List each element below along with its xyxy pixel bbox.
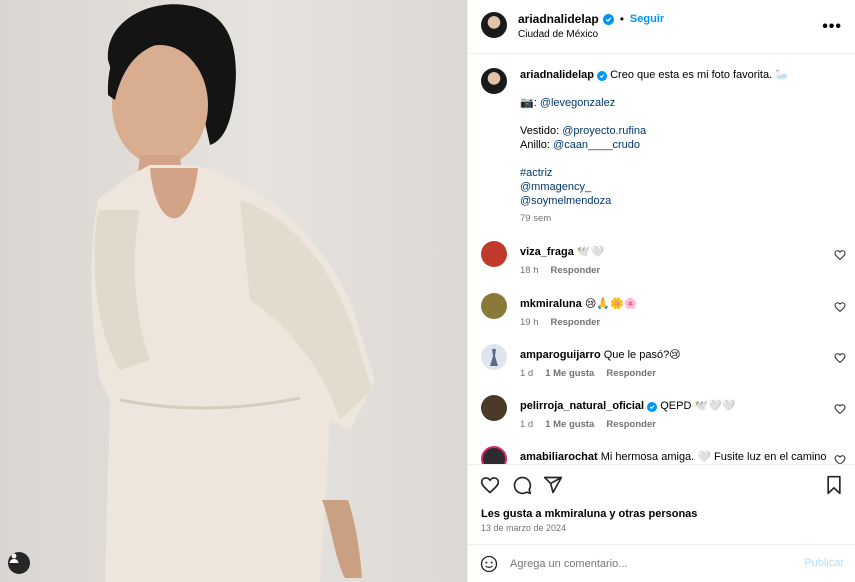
like-comment-icon[interactable] [834,249,846,261]
avatar[interactable] [481,241,507,267]
more-options-icon[interactable]: ••• [822,18,842,36]
ring-credit-link[interactable]: @caan____crudo [553,139,640,151]
post-date[interactable]: 13 de marzo de 2024 [481,523,566,533]
comments-list[interactable]: ariadnalidelap Creo que esta es mi foto … [468,54,855,464]
verified-icon [597,71,608,81]
post-sidebar: ariadnalidelap • Seguir Ciudad de México… [467,0,855,582]
publish-button[interactable]: Publicar [804,557,844,569]
photo-credit-link[interactable]: @levegonzalez [540,97,615,109]
caption-time[interactable]: 79 sem [520,212,840,226]
mention-link[interactable]: @soymelmendoza [520,194,840,208]
ring-prefix: Anillo: [520,139,554,151]
reply-button[interactable]: Responder [551,265,601,276]
comment-time[interactable]: 18 h [520,265,539,276]
comment-time[interactable]: 19 h [520,317,539,328]
like-comment-icon[interactable] [834,454,846,464]
post-photo[interactable] [0,0,467,582]
header-user-row: ariadnalidelap • Seguir [518,12,664,26]
comment-icon[interactable] [512,475,532,495]
like-icon[interactable] [480,475,500,495]
comment-item: amabiliarochat Mi hermosa amiga. 🤍 Fusit… [468,446,855,464]
save-icon[interactable] [824,475,844,495]
comment-time[interactable]: 1 d [520,368,533,379]
post-actions: Les gusta a mkmiraluna y otras personas … [468,464,855,544]
comment-text: 😢🙏🌼🌸 [584,298,638,310]
comment-username[interactable]: amabiliarochat [520,451,598,463]
separator-dot: • [619,12,624,26]
like-comment-icon[interactable] [834,352,846,364]
share-icon[interactable] [543,475,563,495]
reply-button[interactable]: Responder [606,368,656,379]
photo-credit-prefix: 📷: [520,97,540,109]
hashtag-link[interactable]: #actriz [520,166,840,180]
location-link[interactable]: Ciudad de México [518,29,598,40]
emoji-icon[interactable] [480,555,498,573]
comment-item: pelirroja_natural_oficial QEPD 🕊️🤍🤍 1 d 1… [468,395,855,445]
avatar[interactable] [481,12,507,38]
author-username[interactable]: ariadnalidelap [518,12,599,26]
comment-username[interactable]: mkmiraluna [520,298,582,310]
comment-text: QEPD 🕊️🤍🤍 [660,400,736,412]
avatar[interactable] [481,446,507,464]
dress-credit-link[interactable]: @proyecto.rufina [562,125,646,137]
avatar[interactable] [481,293,507,319]
reply-button[interactable]: Responder [606,419,656,430]
comment-item: mkmiraluna 😢🙏🌼🌸 19 h Responder [468,293,855,343]
comment-likes[interactable]: 1 Me gusta [545,419,594,430]
user-icon [9,553,19,563]
comment-username[interactable]: pelirroja_natural_oficial [520,400,644,412]
caption: ariadnalidelap Creo que esta es mi foto … [520,68,840,226]
avatar[interactable] [481,395,507,421]
caption-username[interactable]: ariadnalidelap [520,69,594,81]
comment-text: 🕊️🤍 [576,246,605,258]
like-comment-icon[interactable] [834,403,846,415]
likes-summary[interactable]: Les gusta a mkmiraluna y otras personas [481,508,697,520]
comment-username[interactable]: amparoguijarro [520,349,601,361]
comment-time[interactable]: 1 d [520,419,533,430]
avatar[interactable] [481,344,507,370]
post-header: ariadnalidelap • Seguir Ciudad de México… [468,0,855,54]
verified-icon [647,402,658,412]
portrait-image [91,4,376,582]
reply-button[interactable]: Responder [551,317,601,328]
caption-avatar[interactable] [481,68,507,94]
like-comment-icon[interactable] [834,301,846,313]
comment-text: Mi hermosa amiga. 🤍 Fusite luz en el cam… [600,451,827,463]
add-comment-bar: Publicar [468,544,855,582]
comment-item: viza_fraga 🕊️🤍 18 h Responder [468,241,855,291]
comment-username[interactable]: viza_fraga [520,246,574,258]
comment-likes[interactable]: 1 Me gusta [545,368,594,379]
verified-icon [602,13,614,25]
mention-link[interactable]: @mmagency_ [520,180,840,194]
comment-item: amparoguijarro Que le pasó?😢 1 d 1 Me gus… [468,344,855,394]
follow-button[interactable]: Seguir [630,13,664,25]
dress-prefix: Vestido: [520,125,563,137]
caption-text: Creo que esta es mi foto favorita. 🦢 [610,69,789,81]
comment-text: Que le pasó?😢 [603,349,681,361]
tagged-users-button[interactable] [8,552,30,574]
comment-input[interactable] [510,554,790,574]
